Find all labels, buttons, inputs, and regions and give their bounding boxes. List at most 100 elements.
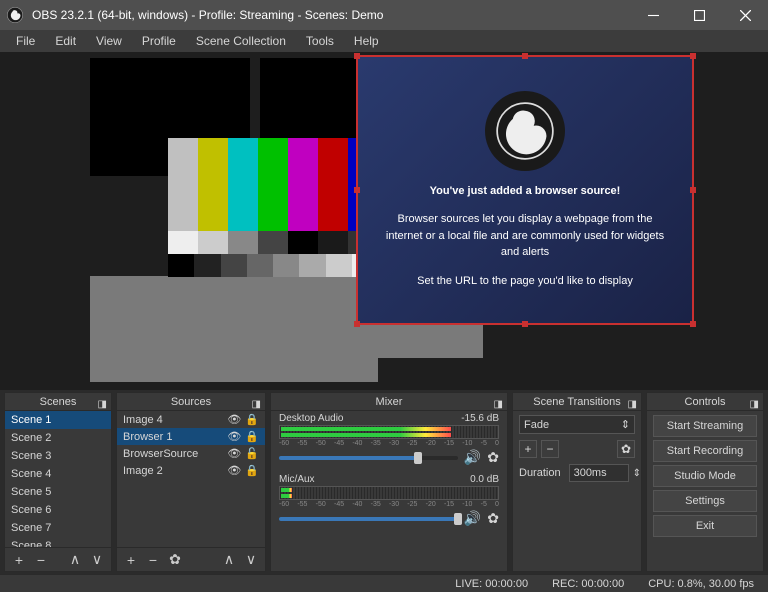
move-scene-up-button[interactable]: ∧ — [65, 550, 85, 570]
source-item[interactable]: Image 4👁🔒 — [117, 411, 265, 428]
volume-meter — [279, 425, 499, 439]
menu-scene-collection[interactable]: Scene Collection — [188, 32, 294, 50]
menu-edit[interactable]: Edit — [47, 32, 84, 50]
sources-list[interactable]: Image 4👁🔒Browser 1👁🔒BrowserSource👁🔓Image… — [117, 411, 265, 547]
popout-icon[interactable]: ◨ — [494, 396, 503, 414]
duration-label: Duration — [519, 467, 561, 479]
controls-title: Controls — [685, 396, 726, 408]
channel-name: Mic/Aux — [279, 474, 315, 485]
close-button[interactable] — [722, 0, 768, 30]
scene-item[interactable]: Scene 6 — [5, 501, 111, 519]
eye-icon[interactable]: 👁 — [227, 430, 241, 443]
popout-icon[interactable]: ◨ — [252, 396, 261, 414]
popout-icon[interactable]: ◨ — [750, 396, 759, 414]
menu-help[interactable]: Help — [346, 32, 387, 50]
scenes-list[interactable]: Scene 1Scene 2Scene 3Scene 4Scene 5Scene… — [5, 411, 111, 547]
volume-slider[interactable] — [279, 456, 458, 460]
scene-item[interactable]: Scene 8 — [5, 537, 111, 547]
resize-handle[interactable] — [690, 321, 696, 327]
eye-icon[interactable]: 👁 — [227, 464, 241, 477]
app-icon — [0, 7, 30, 23]
source-item[interactable]: Image 2👁🔒 — [117, 462, 265, 479]
resize-handle[interactable] — [522, 321, 528, 327]
browser-msg-1: You've just added a browser source! — [430, 183, 621, 200]
preview-gray-bottom — [90, 276, 378, 382]
lock-icon[interactable]: 🔓 — [245, 447, 259, 460]
add-scene-button[interactable]: + — [9, 550, 29, 570]
scenes-title: Scenes — [40, 396, 77, 408]
popout-icon[interactable]: ◨ — [98, 396, 107, 414]
menu-view[interactable]: View — [88, 32, 130, 50]
volume-slider[interactable] — [279, 517, 458, 521]
source-item[interactable]: Browser 1👁🔒 — [117, 428, 265, 445]
mixer-body: Desktop Audio-15.6 dB-60-55-50-45-40-35-… — [271, 411, 507, 571]
resize-handle[interactable] — [354, 53, 360, 59]
source-item[interactable]: BrowserSource👁🔓 — [117, 445, 265, 462]
channel-db: -15.6 dB — [461, 413, 499, 424]
browser-msg-3: Set the URL to the page you'd like to di… — [417, 273, 633, 290]
maximize-button[interactable] — [676, 0, 722, 30]
scene-item[interactable]: Scene 2 — [5, 429, 111, 447]
menu-profile[interactable]: Profile — [134, 32, 184, 50]
browser-msg-2: Browser sources let you display a webpag… — [383, 211, 667, 261]
statusbar: LIVE: 00:00:00 REC: 00:00:00 CPU: 0.8%, … — [0, 574, 768, 592]
start-recording-button[interactable]: Start Recording — [653, 440, 757, 462]
preview-area[interactable]: You've just added a browser source! Brow… — [0, 52, 768, 390]
window-title: OBS 23.2.1 (64-bit, windows) - Profile: … — [30, 8, 630, 22]
transition-select[interactable]: Fade⇕ — [519, 415, 635, 434]
scene-item[interactable]: Scene 5 — [5, 483, 111, 501]
scene-item[interactable]: Scene 3 — [5, 447, 111, 465]
remove-scene-button[interactable]: − — [31, 550, 51, 570]
duration-input[interactable] — [569, 464, 629, 482]
remove-source-button[interactable]: − — [143, 550, 163, 570]
scene-item[interactable]: Scene 1 — [5, 411, 111, 429]
studio-mode-button[interactable]: Studio Mode — [653, 465, 757, 487]
resize-handle[interactable] — [690, 53, 696, 59]
speaker-icon[interactable]: 🔊 — [464, 510, 481, 527]
eye-icon[interactable]: 👁 — [227, 413, 241, 426]
resize-handle[interactable] — [354, 187, 360, 193]
controls-panel: Controls ◨ Start Streaming Start Recordin… — [646, 392, 764, 572]
transitions-panel: Scene Transitions◨ Fade⇕ + − ✿ Duration … — [512, 392, 642, 572]
channel-db: 0.0 dB — [470, 474, 499, 485]
browser-source-selected[interactable]: You've just added a browser source! Brow… — [356, 55, 694, 325]
menu-tools[interactable]: Tools — [298, 32, 342, 50]
mixer-panel: Mixer ◨ Desktop Audio-15.6 dB-60-55-50-45… — [270, 392, 508, 572]
resize-handle[interactable] — [690, 187, 696, 193]
mixer-title: Mixer — [376, 396, 403, 408]
lock-icon[interactable]: 🔒 — [245, 413, 259, 426]
move-scene-down-button[interactable]: ∨ — [87, 550, 107, 570]
sources-title: Sources — [171, 396, 211, 408]
resize-handle[interactable] — [522, 53, 528, 59]
gear-icon[interactable]: ✿ — [487, 510, 499, 527]
transition-properties-button[interactable]: ✿ — [617, 440, 635, 458]
obs-logo-icon — [485, 91, 565, 171]
chevron-updown-icon: ⇕ — [621, 418, 630, 431]
status-rec: REC: 00:00:00 — [552, 578, 624, 590]
lock-icon[interactable]: 🔒 — [245, 430, 259, 443]
exit-button[interactable]: Exit — [653, 515, 757, 537]
add-transition-button[interactable]: + — [519, 440, 537, 458]
popout-icon[interactable]: ◨ — [628, 396, 637, 414]
settings-button[interactable]: Settings — [653, 490, 757, 512]
menu-file[interactable]: File — [8, 32, 43, 50]
move-source-up-button[interactable]: ∧ — [219, 550, 239, 570]
titlebar: OBS 23.2.1 (64-bit, windows) - Profile: … — [0, 0, 768, 30]
volume-meter — [279, 486, 499, 500]
gear-icon[interactable]: ✿ — [487, 449, 499, 466]
chevron-updown-icon[interactable]: ⇕ — [633, 468, 641, 479]
speaker-icon[interactable]: 🔊 — [464, 449, 481, 466]
source-properties-button[interactable]: ✿ — [165, 550, 185, 570]
menubar: File Edit View Profile Scene Collection … — [0, 30, 768, 52]
minimize-button[interactable] — [630, 0, 676, 30]
move-source-down-button[interactable]: ∨ — [241, 550, 261, 570]
add-source-button[interactable]: + — [121, 550, 141, 570]
resize-handle[interactable] — [354, 321, 360, 327]
scene-item[interactable]: Scene 7 — [5, 519, 111, 537]
preview-smpte-bars — [168, 138, 378, 277]
remove-transition-button[interactable]: − — [541, 440, 559, 458]
scene-item[interactable]: Scene 4 — [5, 465, 111, 483]
start-streaming-button[interactable]: Start Streaming — [653, 415, 757, 437]
lock-icon[interactable]: 🔒 — [245, 464, 259, 477]
eye-icon[interactable]: 👁 — [227, 447, 241, 460]
